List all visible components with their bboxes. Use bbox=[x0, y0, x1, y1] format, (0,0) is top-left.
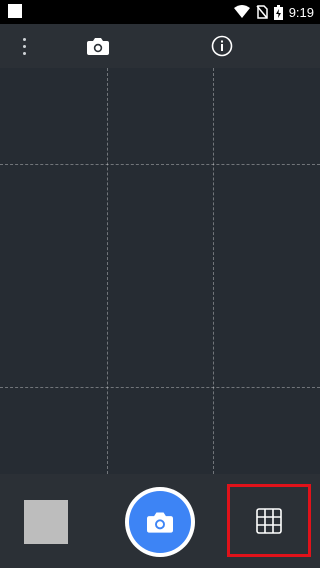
camera-icon bbox=[147, 512, 173, 533]
no-sim-icon bbox=[256, 5, 268, 19]
grid-toggle-button[interactable] bbox=[227, 484, 311, 557]
battery-charging-icon bbox=[273, 4, 283, 20]
info-icon bbox=[211, 35, 233, 57]
notification-icon bbox=[8, 4, 22, 18]
camera-viewfinder[interactable] bbox=[0, 68, 320, 474]
status-icons: 9:19 bbox=[233, 0, 314, 24]
wifi-icon bbox=[233, 5, 250, 18]
grid-line bbox=[0, 387, 320, 388]
tab-camera[interactable] bbox=[46, 24, 150, 68]
shutter-button[interactable] bbox=[125, 487, 195, 557]
top-toolbar bbox=[0, 24, 320, 91]
gallery-thumbnail[interactable] bbox=[24, 500, 68, 544]
more-vert-icon[interactable] bbox=[16, 34, 32, 58]
grid-line bbox=[213, 68, 214, 474]
bottom-controls bbox=[0, 474, 320, 568]
status-bar: 9:19 bbox=[0, 0, 320, 24]
status-time: 9:19 bbox=[288, 4, 314, 20]
grid-icon bbox=[256, 507, 282, 534]
tab-info[interactable] bbox=[170, 24, 274, 68]
camera-icon bbox=[87, 38, 109, 55]
grid-line bbox=[107, 68, 108, 474]
grid-line bbox=[0, 164, 320, 165]
